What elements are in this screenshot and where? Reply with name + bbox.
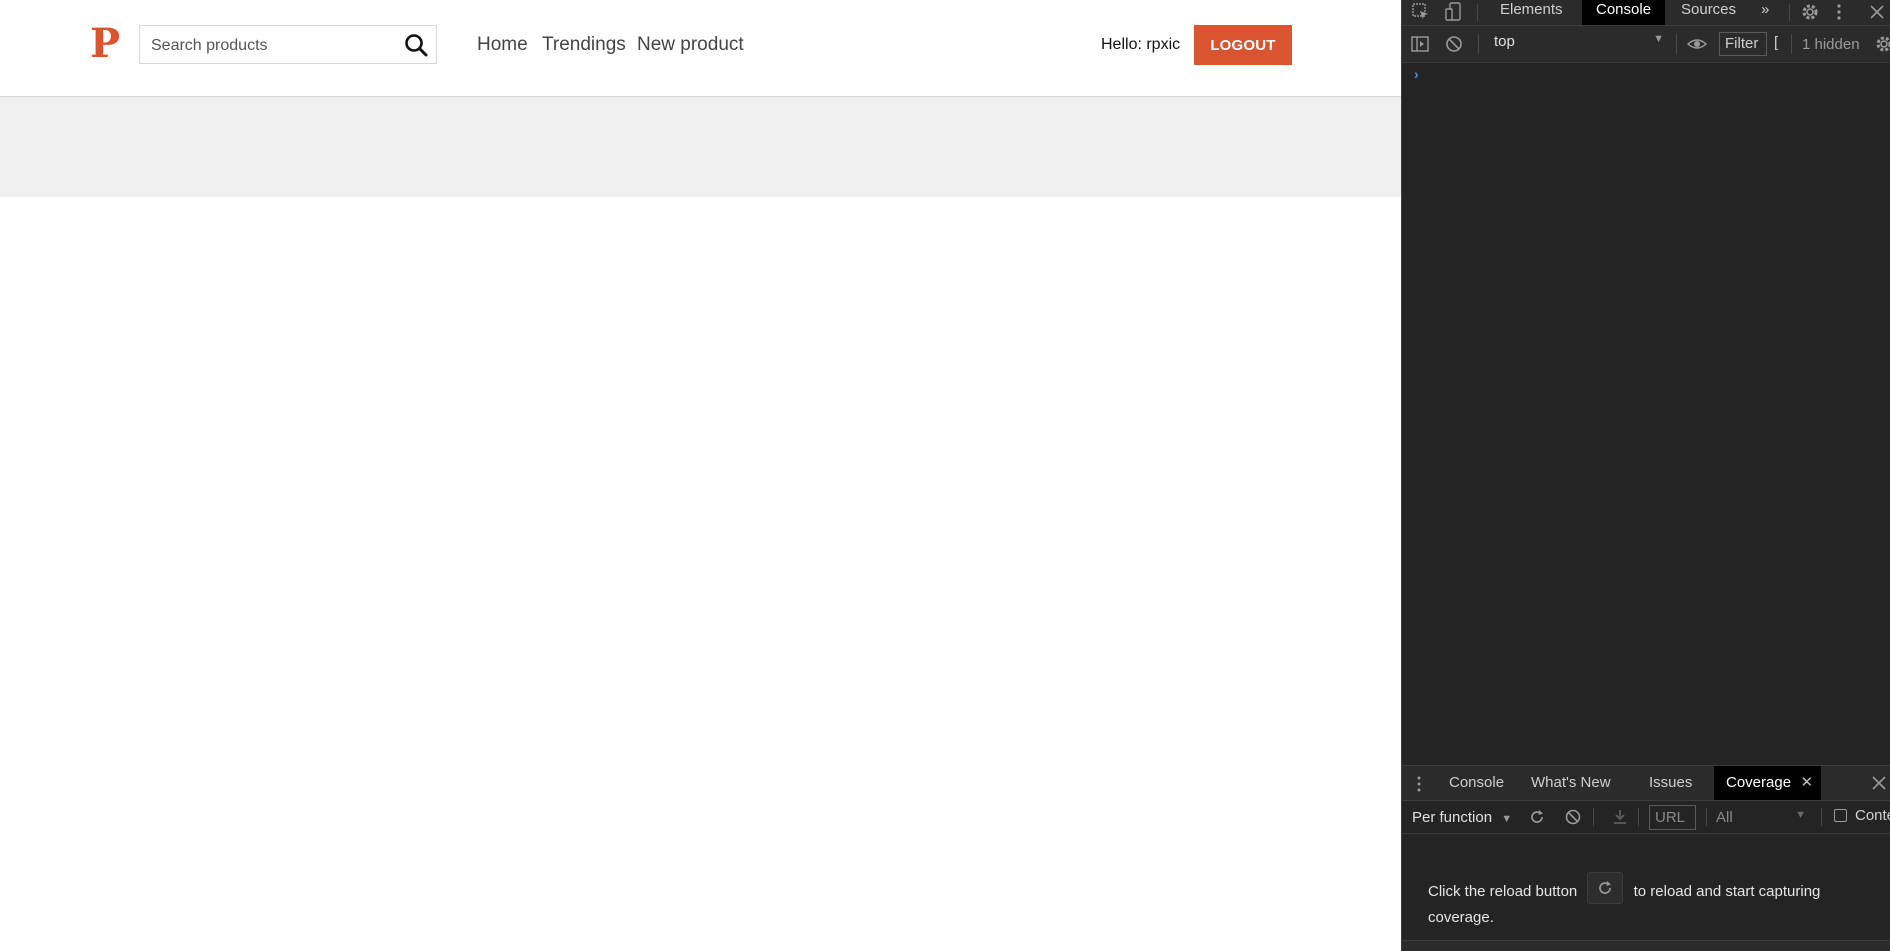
drawer-tab-coverage[interactable]: Coverage ✕	[1714, 766, 1822, 800]
clear-coverage-icon[interactable]	[1564, 808, 1582, 831]
content-scripts-checkbox[interactable]	[1834, 809, 1847, 822]
tab-console[interactable]: Console	[1582, 0, 1666, 25]
separator	[1821, 808, 1822, 826]
drawer-tabbar: Console What's New Issues Coverage ✕	[1402, 766, 1890, 801]
kebab-menu-icon[interactable]	[1834, 2, 1844, 27]
search-box	[139, 25, 437, 65]
console-filter-input[interactable]: Filter	[1719, 32, 1767, 56]
reload-icon[interactable]	[1528, 808, 1546, 831]
logout-button[interactable]: LOGOUT	[1194, 25, 1292, 65]
drawer-tab-console[interactable]: Console	[1437, 766, 1516, 800]
show-sidebar-icon[interactable]	[1410, 34, 1430, 59]
devtools-drawer: Console What's New Issues Coverage ✕ Per…	[1402, 765, 1890, 951]
close-devtools-icon[interactable]	[1868, 3, 1886, 26]
separator	[1478, 34, 1479, 54]
search-input[interactable]	[149, 26, 393, 65]
dropdown-arrow-icon: ▼	[1795, 809, 1806, 821]
console-toolbar: top ▼ Filter [ 1 hidden	[1402, 26, 1890, 63]
content-scripts-label: Conte	[1855, 807, 1890, 824]
drawer-tab-issues[interactable]: Issues	[1637, 766, 1704, 800]
console-prompt-icon[interactable]: ›	[1414, 66, 1419, 82]
nav-link-new-product[interactable]: New product	[637, 34, 744, 56]
dropdown-arrow-icon: ▼	[1501, 813, 1513, 825]
device-toolbar-icon[interactable]	[1444, 2, 1464, 27]
content-type-value: All	[1716, 809, 1733, 826]
live-expression-eye-icon[interactable]	[1686, 34, 1708, 59]
nav-link-trendings[interactable]: Trendings	[542, 34, 626, 56]
drawer-tab-coverage-label: Coverage	[1726, 774, 1792, 791]
separator	[1706, 808, 1707, 826]
web-page: P Home Trendings New product Hello: rpxi…	[0, 0, 1401, 951]
drawer-tab-whats-new[interactable]: What's New	[1519, 766, 1623, 800]
drawer-status-bar	[1402, 940, 1890, 951]
hidden-messages-count: 1 hidden	[1802, 36, 1860, 53]
console-settings-gear-icon[interactable]	[1874, 34, 1890, 59]
drawer-menu-icon[interactable]	[1416, 775, 1422, 798]
separator	[1593, 808, 1594, 826]
search-icon[interactable]	[402, 31, 430, 59]
coverage-toolbar: Per function ▼ URL All ▼ Cont	[1402, 801, 1890, 834]
user-greeting: Hello: rpxic	[1101, 36, 1181, 53]
coverage-empty-message: Click the reload button to reload and st…	[1428, 872, 1848, 927]
separator	[1791, 34, 1792, 54]
page-banner	[0, 97, 1401, 197]
message-text-before: Click the reload button	[1428, 882, 1578, 900]
site-logo[interactable]: P	[90, 22, 120, 66]
more-tabs-icon[interactable]: »	[1757, 0, 1773, 25]
inspect-element-icon[interactable]	[1411, 2, 1431, 27]
separator	[1477, 4, 1478, 21]
coverage-type-select[interactable]: Per function ▼	[1412, 809, 1512, 826]
tab-elements[interactable]: Elements	[1486, 0, 1577, 25]
url-filter-placeholder: URL	[1655, 809, 1686, 826]
devtools-tabbar: Elements Console Sources »	[1402, 0, 1890, 26]
export-download-icon[interactable]	[1612, 808, 1628, 831]
devtools-panel: Elements Console Sources » top ▼ Filter …	[1401, 0, 1890, 951]
settings-gear-icon[interactable]	[1800, 2, 1820, 27]
close-drawer-icon[interactable]	[1871, 775, 1887, 796]
content-type-select[interactable]: All ▼	[1716, 809, 1806, 826]
separator	[1789, 4, 1790, 21]
coverage-type-value: Per function	[1412, 809, 1493, 826]
context-select[interactable]: top ▼	[1494, 33, 1664, 55]
log-levels-dropdown[interactable]: [	[1774, 34, 1778, 51]
close-tab-icon[interactable]: ✕	[1800, 766, 1813, 800]
separator	[1676, 34, 1677, 54]
nav-link-home[interactable]: Home	[477, 34, 528, 56]
tab-sources[interactable]: Sources	[1667, 0, 1750, 25]
clear-console-icon[interactable]	[1444, 34, 1464, 59]
url-filter-input[interactable]: URL	[1649, 805, 1696, 830]
context-value: top	[1494, 33, 1515, 50]
separator	[1638, 808, 1639, 826]
site-header: P Home Trendings New product Hello: rpxi…	[0, 0, 1401, 97]
filter-placeholder: Filter	[1725, 35, 1759, 52]
dropdown-arrow-icon: ▼	[1653, 33, 1664, 45]
inline-reload-button[interactable]	[1587, 872, 1624, 904]
